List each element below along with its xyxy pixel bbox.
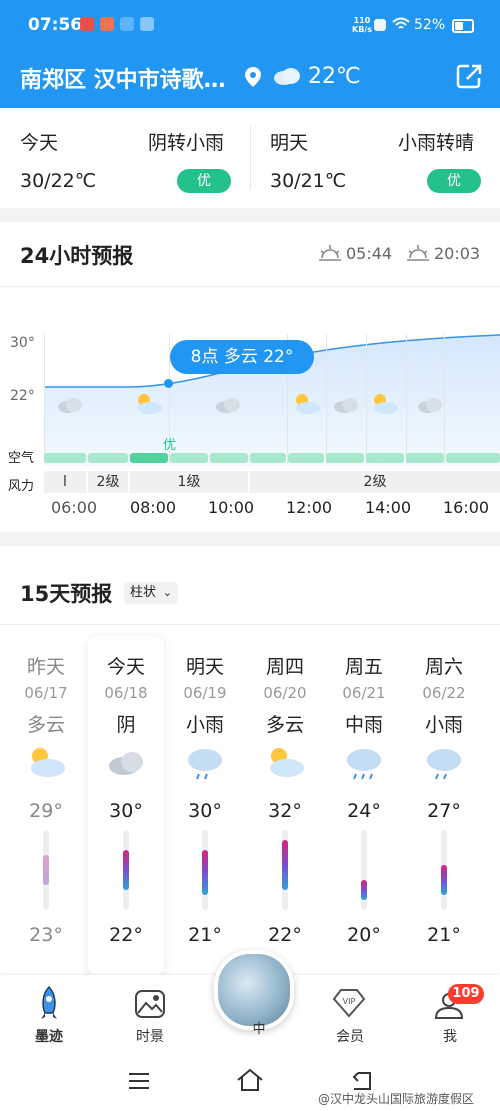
nav-mojі[interactable]: 墨迹: [19, 1026, 79, 1046]
day-date: 06/22: [422, 684, 466, 702]
watermark: @汉中龙头山国际旅游度假区: [318, 1092, 475, 1106]
temp-range-track: [361, 830, 367, 910]
day-low-temp: 22°: [268, 924, 302, 946]
day-high-temp: 32°: [268, 800, 302, 822]
day-high-temp: 24°: [347, 800, 381, 822]
nav-scene[interactable]: 时景: [120, 1026, 180, 1046]
menu-icon[interactable]: [128, 1072, 150, 1090]
day-low-temp: 21°: [427, 924, 461, 946]
day-date: 06/18: [104, 684, 148, 702]
back-icon[interactable]: [350, 1070, 374, 1092]
day-condition: 小雨: [424, 714, 463, 736]
day-name: 周五: [344, 656, 383, 678]
nav-vip[interactable]: 会员: [320, 1026, 380, 1046]
day-high-temp: 29°: [29, 800, 63, 822]
temp-range-bar: [123, 850, 129, 890]
day-name: 今天: [106, 656, 145, 678]
day-low-temp: 20°: [347, 924, 381, 946]
temp-range-track: [202, 830, 208, 910]
day-condition: 多云: [26, 714, 65, 736]
svg-text:VIP: VIP: [343, 997, 356, 1006]
day-date: 06/21: [342, 684, 386, 702]
day-column[interactable]: 明天 06/19 小雨 30° 21°: [165, 0, 245, 1111]
day-column[interactable]: 周五 06/21 中雨 24° 20°: [324, 0, 404, 1111]
nav-center-label[interactable]: 中: [244, 1018, 274, 1037]
day-column[interactable]: 今天 06/18 阴 30° 22°: [86, 0, 166, 1111]
day-date: 06/17: [24, 684, 68, 702]
day-low-temp: 23°: [29, 924, 63, 946]
day-name: 明天: [185, 656, 224, 678]
day-low-temp: 21°: [188, 924, 222, 946]
day-condition: 小雨: [185, 714, 224, 736]
photo-icon[interactable]: [134, 988, 166, 1020]
temp-range-track: [43, 830, 49, 910]
day-column[interactable]: 周六 06/22 小雨 27° 21°: [404, 0, 484, 1111]
partly-cloudy-icon: [270, 748, 304, 777]
partly-cloudy-icon: [31, 748, 65, 777]
moon-icon: [198, 964, 214, 989]
day-column[interactable]: 昨天 06/17 多云 29° 23°: [6, 0, 86, 1111]
home-icon[interactable]: [236, 1068, 264, 1092]
day-name: 昨天: [26, 656, 65, 678]
day-high-temp: 30°: [109, 800, 143, 822]
vip-icon[interactable]: VIP: [332, 988, 366, 1018]
rocket-icon[interactable]: [36, 986, 62, 1022]
temp-range-bar: [43, 855, 49, 885]
notification-badge: 109: [448, 984, 484, 1004]
temp-range-track: [282, 830, 288, 910]
temp-range-bar: [361, 880, 367, 900]
temp-range-track: [441, 830, 447, 910]
day-column[interactable]: 周四 06/20 多云 32° 22°: [245, 0, 325, 1111]
day-name: 周四: [265, 656, 304, 678]
day-date: 06/20: [263, 684, 307, 702]
temp-range-bar: [282, 840, 288, 890]
temp-range-bar: [202, 850, 208, 895]
day-low-temp: 22°: [109, 924, 143, 946]
light-rain-icon: [427, 749, 461, 780]
moderate-rain-icon: [347, 749, 381, 780]
day-condition: 多云: [265, 714, 304, 736]
day-condition: 中雨: [344, 714, 383, 736]
day-date: 06/19: [183, 684, 227, 702]
temp-range-bar: [441, 865, 447, 895]
day-high-temp: 30°: [188, 800, 222, 822]
day-high-temp: 27°: [427, 800, 461, 822]
cloudy-icon: [109, 752, 143, 775]
light-rain-icon: [188, 749, 222, 780]
temp-range-track: [123, 830, 129, 910]
nav-me[interactable]: 我: [420, 1026, 480, 1046]
day-name: 周六: [424, 656, 463, 678]
day-condition: 阴: [116, 714, 136, 736]
